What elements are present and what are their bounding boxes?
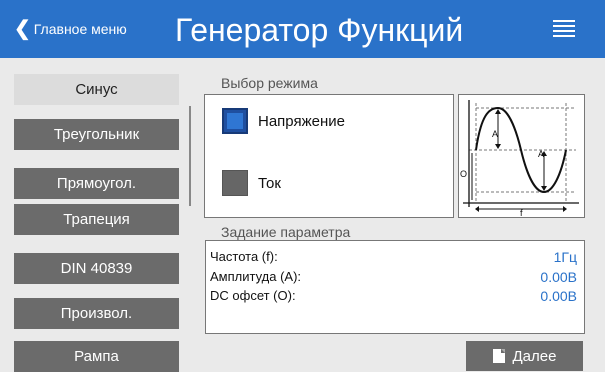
params-panel: Частота (f): 1Гц Амплитуда (A): 0.00В DC… xyxy=(205,240,585,334)
header-bar: ❮ Главное меню Генератор Функций xyxy=(0,0,605,58)
dc-offset-value[interactable]: 0.00В xyxy=(540,288,577,304)
next-button[interactable]: Далее xyxy=(466,341,583,371)
voltage-mode-radio[interactable] xyxy=(222,108,248,134)
sidebar-item-trapezoid[interactable]: Трапеция xyxy=(14,204,179,235)
amplitude-label: Амплитуда (A): xyxy=(210,269,302,284)
amplitude-label-lower: A xyxy=(538,149,544,159)
page-title: Генератор Функций xyxy=(175,12,464,48)
amplitude-label: A xyxy=(492,129,498,139)
sidebar-item-label: Треугольник xyxy=(53,126,140,143)
offset-label: O xyxy=(460,169,467,179)
voltage-mode-label: Напряжение xyxy=(258,113,345,130)
sidebar-item-din-40839[interactable]: DIN 40839 xyxy=(14,253,179,284)
back-to-main-menu-button[interactable]: ❮ Главное меню xyxy=(14,19,127,39)
next-button-label: Далее xyxy=(512,347,557,365)
sidebar-item-label: Прямоугол. xyxy=(56,175,137,192)
hamburger-menu-icon[interactable] xyxy=(553,20,575,38)
sidebar-item-arbitrary[interactable]: Произвол. xyxy=(14,298,179,329)
sidebar-divider xyxy=(189,106,191,206)
sine-wave-diagram-icon: A A O f xyxy=(460,100,579,218)
sidebar-item-label: Произвол. xyxy=(60,305,133,322)
mode-section-label: Выбор режима xyxy=(221,75,318,91)
sidebar-item-label: Рампа xyxy=(74,348,119,365)
dc-offset-label: DC офсет (O): xyxy=(210,288,296,303)
amplitude-row[interactable]: Амплитуда (A): 0.00В xyxy=(206,267,584,287)
document-icon xyxy=(492,349,505,363)
frequency-value[interactable]: 1Гц xyxy=(554,249,577,265)
chevron-left-icon: ❮ xyxy=(14,18,31,40)
waveform-sidebar: Синус Треугольник Прямоугол. Трапеция DI… xyxy=(0,58,195,372)
amplitude-value[interactable]: 0.00В xyxy=(540,269,577,285)
current-mode-radio[interactable] xyxy=(222,170,248,196)
frequency-row[interactable]: Частота (f): 1Гц xyxy=(206,247,584,267)
sine-diagram-panel: A A O f xyxy=(458,94,585,218)
selected-indicator xyxy=(227,113,243,129)
sidebar-item-rectangle[interactable]: Прямоугол. xyxy=(14,168,179,199)
sidebar-item-label: DIN 40839 xyxy=(60,260,133,277)
current-mode-label: Ток xyxy=(258,175,281,192)
sidebar-item-label: Трапеция xyxy=(63,211,130,228)
sidebar-item-triangle[interactable]: Треугольник xyxy=(14,119,179,150)
dc-offset-row[interactable]: DC офсет (O): 0.00В xyxy=(206,286,584,306)
sidebar-item-label: Синус xyxy=(75,81,118,98)
frequency-label: Частота (f): xyxy=(210,249,278,264)
sidebar-item-ramp[interactable]: Рампа xyxy=(14,341,179,372)
sidebar-item-sine[interactable]: Синус xyxy=(14,74,179,105)
back-button-label: Главное меню xyxy=(33,21,127,37)
params-section-label: Задание параметра xyxy=(221,224,351,240)
